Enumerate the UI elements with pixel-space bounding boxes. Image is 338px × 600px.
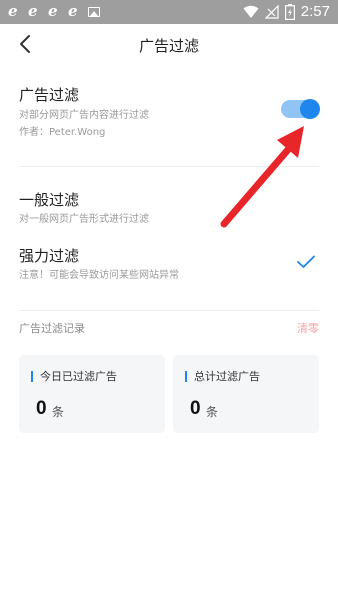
total-filtered-card: 总计过滤广告 0 条 (173, 355, 319, 433)
mode-normal-title: 一般过滤 (19, 191, 80, 209)
wifi-icon (243, 5, 259, 18)
ad-filter-subtitle: 对部分网页广告内容进行过滤 (19, 110, 149, 121)
toggle-knob (300, 99, 320, 119)
browser-e-icon: e (68, 2, 78, 20)
system-icons: 2:57 (243, 2, 330, 22)
card-label: 总计过滤广告 (185, 371, 260, 382)
card-label: 今日已过滤广告 (31, 371, 117, 382)
card-value: 0 (190, 398, 201, 419)
ad-filter-title: 广告过滤 (19, 86, 80, 104)
image-icon (88, 6, 100, 17)
card-value: 0 (36, 398, 47, 419)
divider (19, 166, 319, 167)
page-title: 广告过滤 (138, 37, 199, 55)
browser-e-icon: e (48, 2, 58, 20)
checkmark-icon (297, 255, 315, 268)
ad-filter-toggle[interactable] (281, 99, 320, 119)
card-unit: 条 (52, 405, 65, 419)
browser-e-icon: e (28, 2, 38, 20)
signal-icon (264, 5, 279, 19)
browser-e-icon: e (8, 2, 18, 20)
ad-filter-author: 作者：Peter.Wong (19, 127, 106, 138)
status-bar: e e e e 2:57 (0, 0, 338, 24)
notification-icons: e e e e (8, 3, 100, 19)
card-unit: 条 (206, 405, 219, 419)
today-filtered-card: 今日已过滤广告 0 条 (19, 355, 165, 433)
mode-strong-subtitle: 注意！可能会导致访问某些网站异常 (19, 270, 179, 281)
battery-charging-icon (284, 4, 295, 20)
status-time: 2:57 (300, 3, 330, 20)
divider (19, 310, 319, 311)
mode-normal-subtitle: 对一般网页广告形式进行过滤 (19, 214, 149, 225)
clear-button[interactable]: 清零 (297, 320, 319, 336)
records-title: 广告过滤记录 (19, 322, 85, 335)
mode-strong-title: 强力过滤 (19, 247, 80, 265)
